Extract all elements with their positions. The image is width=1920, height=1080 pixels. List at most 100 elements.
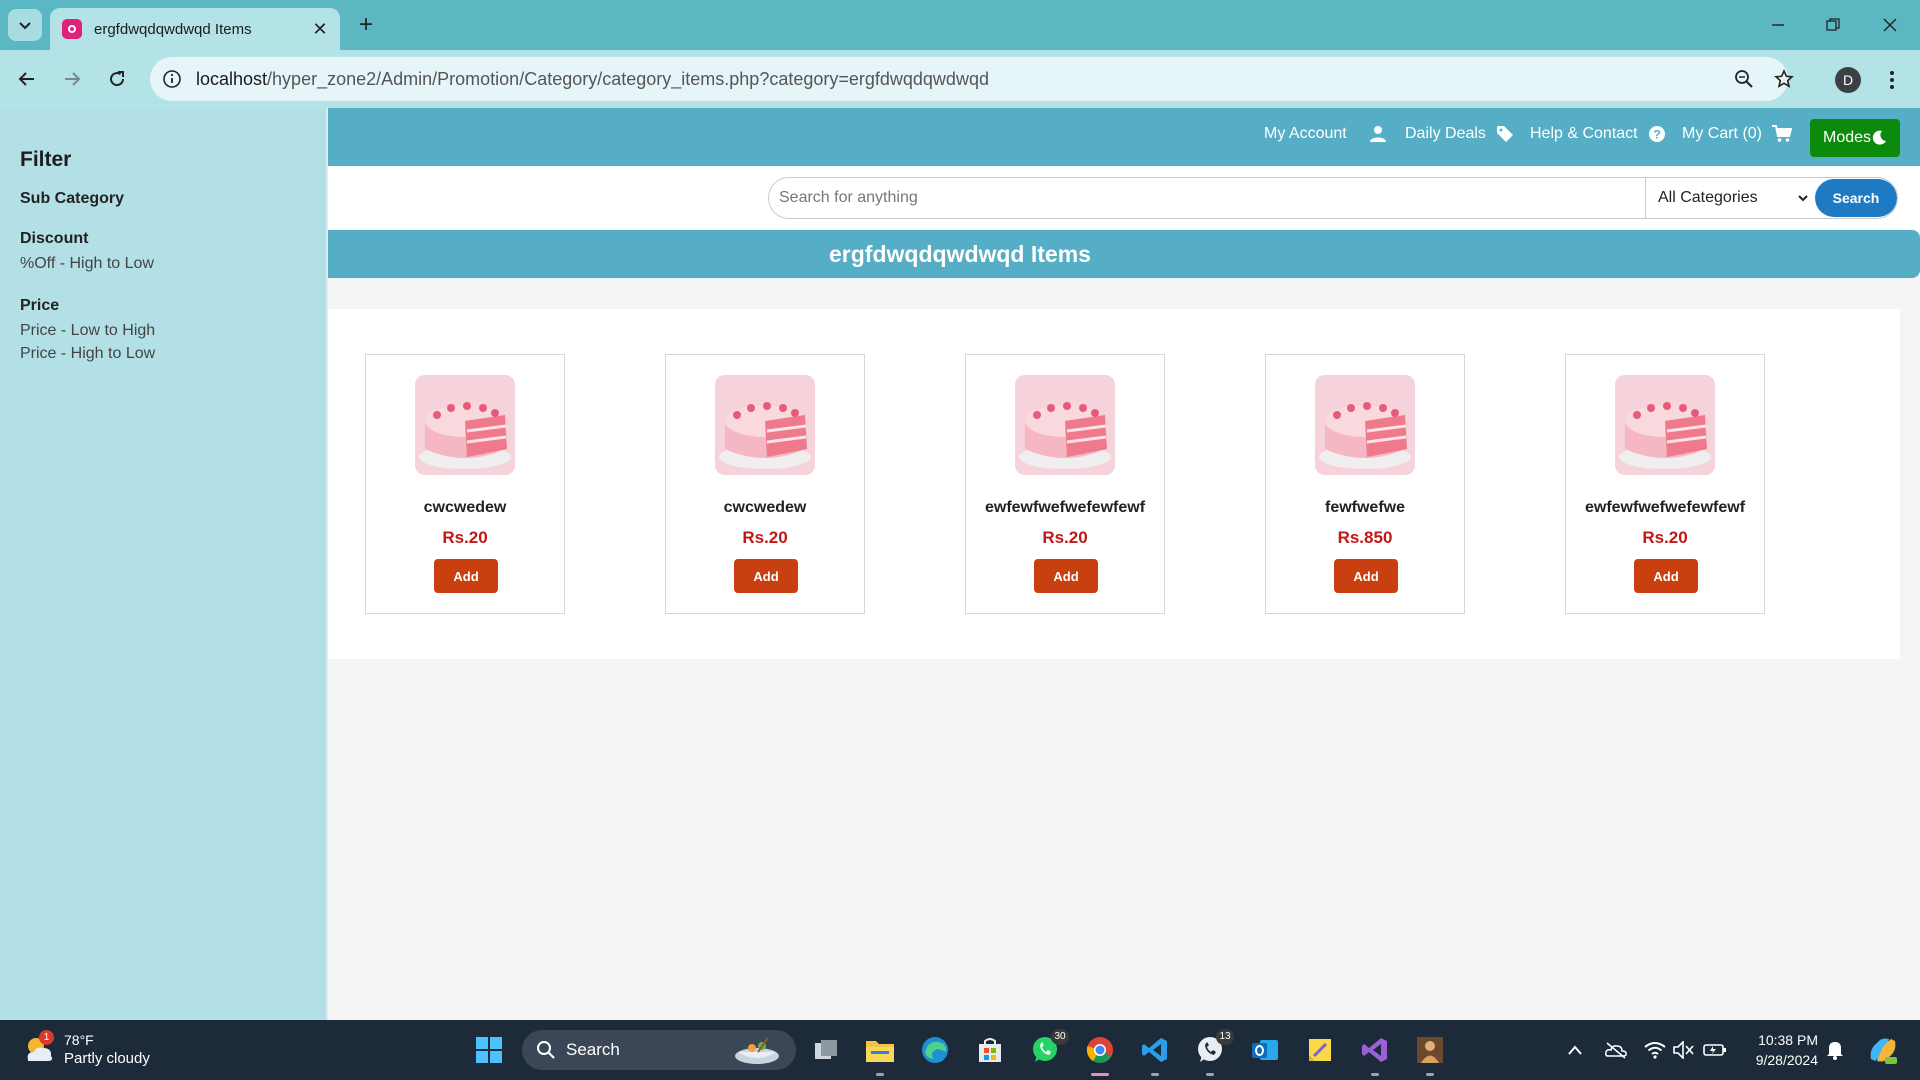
my-cart-link[interactable]: My Cart (0) [1682, 119, 1792, 149]
help-contact-link[interactable]: Help & Contact ? [1530, 119, 1666, 149]
windows-logo-icon [476, 1037, 502, 1063]
product-card[interactable]: fewfwefwe Rs.850 Add [1265, 354, 1465, 614]
vscode-icon[interactable] [1137, 1032, 1173, 1076]
file-explorer-icon[interactable] [862, 1032, 898, 1076]
search-input[interactable] [769, 178, 1645, 218]
product-card[interactable]: ewfewfwefwefewfewf Rs.20 Add [965, 354, 1165, 614]
edge-icon[interactable] [917, 1032, 953, 1068]
running-indicator [1426, 1073, 1434, 1076]
visual-studio-icon[interactable] [1357, 1032, 1393, 1076]
search-highlight-icon [735, 1037, 779, 1064]
url-path: /hyper_zone2/Admin/Promotion/Category/ca… [267, 69, 989, 89]
taskbar-search[interactable]: Search [522, 1030, 796, 1070]
top-navigation: My Account Daily Deals Help & Contact ? … [328, 108, 1920, 166]
price-low-to-high-link[interactable]: Price - Low to High [20, 319, 306, 342]
whatsapp-business-icon[interactable]: 13 [1192, 1029, 1234, 1076]
discount-high-to-low-link[interactable]: %Off - High to Low [20, 252, 306, 275]
reload-icon[interactable] [102, 64, 132, 94]
search-button[interactable]: Search [1815, 179, 1897, 217]
svg-text:?: ? [1653, 128, 1660, 142]
category-select[interactable]: All Categories [1645, 178, 1817, 218]
system-clock[interactable]: 10:38 PM 9/28/2024 [1742, 1030, 1818, 1070]
add-to-cart-button[interactable]: Add [734, 559, 798, 593]
restore-icon[interactable] [1813, 10, 1853, 40]
sticky-notes-icon[interactable] [1302, 1032, 1338, 1068]
price-heading: Price [20, 297, 60, 314]
daily-deals-link[interactable]: Daily Deals [1405, 119, 1514, 149]
product-grid: cwcwedew Rs.20 Add cwcwedew Rs.20 Add ew… [328, 309, 1900, 659]
whatsapp-business-badge: 13 [1216, 1029, 1234, 1045]
profile-avatar[interactable]: D [1835, 67, 1861, 93]
browser-menu-icon[interactable] [1882, 66, 1902, 94]
filter-sidebar: Filter Sub Category Discount %Off - High… [0, 108, 328, 1020]
tab-close-icon[interactable]: ✕ [310, 19, 330, 39]
product-name[interactable]: ewfewfwefwefewfewf [1566, 499, 1764, 517]
product-card[interactable]: ewfewfwefwefewfewf Rs.20 Add [1565, 354, 1765, 614]
outlook-icon[interactable] [1247, 1032, 1283, 1068]
product-image[interactable] [1315, 375, 1415, 475]
product-image[interactable] [415, 375, 515, 475]
address-bar-row: localhost/hyper_zone2/Admin/Promotion/Ca… [0, 50, 1920, 108]
moon-icon [1872, 130, 1887, 145]
product-price: Rs.20 [1642, 528, 1688, 547]
task-view-icon[interactable] [808, 1032, 844, 1068]
my-account-link[interactable]: My Account [1264, 119, 1387, 149]
new-tab-icon[interactable]: + [352, 11, 380, 39]
site-info-icon[interactable] [160, 67, 184, 91]
running-indicator [1206, 1073, 1214, 1076]
omnibox[interactable]: localhost/hyper_zone2/Admin/Promotion/Ca… [150, 57, 1794, 101]
site-favicon-icon [62, 19, 82, 39]
back-icon[interactable] [12, 64, 42, 94]
clock-time: 10:38 PM [1758, 1032, 1818, 1048]
notification-bell-icon[interactable] [1823, 1038, 1847, 1062]
product-image[interactable] [1615, 375, 1715, 475]
zoom-icon[interactable] [1732, 67, 1756, 91]
price-high-to-low-link[interactable]: Price - High to Low [20, 342, 306, 365]
whatsapp-icon[interactable]: 30 [1027, 1029, 1069, 1068]
add-to-cart-button[interactable]: Add [1634, 559, 1698, 593]
volume-muted-icon[interactable] [1672, 1038, 1696, 1062]
product-name[interactable]: fewfwefwe [1266, 499, 1464, 517]
browser-tab[interactable]: ergfdwqdqwdwqd Items ✕ [50, 8, 340, 50]
weather-temp: 78°F [64, 1032, 94, 1048]
sub-category-heading[interactable]: Sub Category [20, 190, 306, 208]
add-to-cart-button[interactable]: Add [1334, 559, 1398, 593]
search-icon [537, 1041, 555, 1059]
browser-tabstrip: ergfdwqdqwdwqd Items ✕ + [0, 0, 1920, 50]
minimize-icon[interactable] [1758, 10, 1798, 40]
modes-label: Modes [1822, 129, 1872, 146]
forward-icon[interactable] [57, 64, 87, 94]
bookmark-star-icon[interactable] [1772, 67, 1796, 91]
window-close-icon[interactable] [1870, 10, 1910, 40]
add-to-cart-button[interactable]: Add [434, 559, 498, 593]
weather-desc: Partly cloudy [64, 1050, 150, 1067]
product-image[interactable] [715, 375, 815, 475]
product-card[interactable]: cwcwedew Rs.20 Add [665, 354, 865, 614]
product-price: Rs.20 [742, 528, 788, 547]
onedrive-icon[interactable] [1604, 1038, 1628, 1062]
wifi-icon[interactable] [1643, 1038, 1667, 1062]
product-name[interactable]: ewfewfwefwefewfewf [966, 499, 1164, 517]
chevron-down-icon [19, 22, 31, 30]
product-name[interactable]: cwcwedew [666, 499, 864, 517]
product-name[interactable]: cwcwedew [366, 499, 564, 517]
start-button[interactable] [471, 1032, 507, 1068]
discount-heading: Discount [20, 230, 89, 247]
product-card[interactable]: cwcwedew Rs.20 Add [365, 354, 565, 614]
battery-icon[interactable] [1703, 1038, 1727, 1062]
category-select-value: All Categories [1658, 189, 1758, 206]
product-image[interactable] [1015, 375, 1115, 475]
app-thumbnail-icon[interactable] [1412, 1032, 1448, 1076]
chrome-icon[interactable] [1082, 1032, 1118, 1076]
add-to-cart-button[interactable]: Add [1034, 559, 1098, 593]
whatsapp-badge: 30 [1051, 1029, 1069, 1045]
url-text[interactable]: localhost/hyper_zone2/Admin/Promotion/Ca… [196, 69, 989, 90]
windows-taskbar: 1 78°F Partly cloudy Search 30 13 10:38 … [0, 1020, 1920, 1080]
weather-widget[interactable]: 1 78°F Partly cloudy [22, 1030, 172, 1070]
microsoft-store-icon[interactable] [972, 1032, 1008, 1068]
modes-button[interactable]: Modes [1810, 119, 1900, 157]
tab-search-button[interactable] [8, 9, 42, 41]
product-price: Rs.20 [1042, 528, 1088, 547]
copilot-icon[interactable] [1866, 1034, 1900, 1066]
show-hidden-icons-icon[interactable] [1563, 1038, 1587, 1062]
